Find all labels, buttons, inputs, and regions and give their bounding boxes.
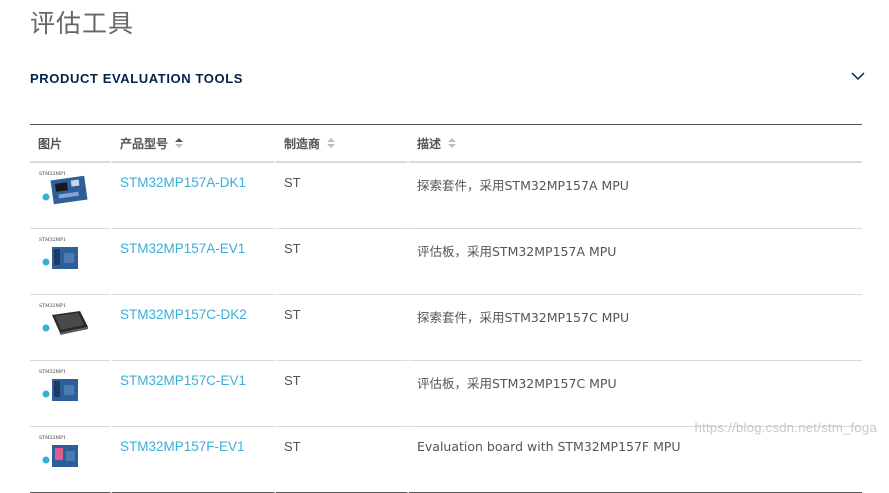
product-link[interactable]: STM32MP157C-DK2 xyxy=(120,307,247,322)
thumbnail-cell[interactable]: STM32MP1 xyxy=(30,295,112,361)
board-thumbnail[interactable]: STM32MP1 xyxy=(38,433,92,473)
sort-icon[interactable] xyxy=(448,137,457,149)
st-logo-icon xyxy=(42,258,50,266)
manufacturer-cell: ST xyxy=(276,427,409,493)
sort-icon[interactable] xyxy=(327,137,336,149)
product-link[interactable]: STM32MP157F-EV1 xyxy=(120,439,245,454)
manufacturer-cell: ST xyxy=(276,229,409,295)
thumbnail-cell[interactable]: STM32MP1 xyxy=(30,427,112,493)
part-number-cell: STM32MP157F-EV1 xyxy=(112,427,276,493)
description-cell: 评估板，采用STM32MP157A MPU xyxy=(409,229,862,295)
header-manufacturer[interactable]: 制造商 xyxy=(276,125,409,163)
thumbnail-cell[interactable]: STM32MP1 xyxy=(30,229,112,295)
watermark: https://blog.csdn.net/stm_foga xyxy=(694,420,877,435)
sort-icon[interactable] xyxy=(175,137,184,149)
part-number-cell: STM32MP157C-EV1 xyxy=(112,361,276,427)
product-link[interactable]: STM32MP157A-EV1 xyxy=(120,241,245,256)
thumb-label: STM32MP1 xyxy=(39,237,66,243)
page-title: 评估工具 xyxy=(30,9,135,38)
table-row: STM32MP1 STM32MP157A-EV1 ST 评估板，采用STM32M… xyxy=(30,229,862,295)
product-table: 图片 产品型号 制造商 描述 STM32MP1 STM32MP157A-DK1 … xyxy=(30,124,862,493)
header-image: 图片 xyxy=(30,125,112,163)
section-title: PRODUCT EVALUATION TOOLS xyxy=(30,71,244,86)
board-thumbnail[interactable]: STM32MP1 xyxy=(38,367,92,407)
st-logo-icon xyxy=(42,324,50,332)
thumb-label: STM32MP1 xyxy=(39,435,66,441)
board-thumbnail[interactable]: STM32MP1 xyxy=(38,169,92,209)
thumb-label: STM32MP1 xyxy=(39,369,66,375)
description-cell: 探索套件，采用STM32MP157C MPU xyxy=(409,295,862,361)
description-cell: Evaluation board with STM32MP157F MPU xyxy=(409,427,862,493)
manufacturer-cell: ST xyxy=(276,361,409,427)
section-header[interactable]: PRODUCT EVALUATION TOOLS xyxy=(30,68,866,90)
table-row: STM32MP1 STM32MP157A-DK1 ST 探索套件，采用STM32… xyxy=(30,163,862,229)
thumbnail-cell[interactable]: STM32MP1 xyxy=(30,361,112,427)
table-row: STM32MP1 STM32MP157F-EV1 ST Evaluation b… xyxy=(30,427,862,493)
thumb-label: STM32MP1 xyxy=(39,171,66,177)
st-logo-icon xyxy=(42,193,50,201)
table-row: STM32MP1 STM32MP157C-DK2 ST 探索套件，采用STM32… xyxy=(30,295,862,361)
st-logo-icon xyxy=(42,456,50,464)
board-thumbnail[interactable]: STM32MP1 xyxy=(38,235,92,275)
header-description[interactable]: 描述 xyxy=(409,125,862,163)
description-cell: 评估板，采用STM32MP157C MPU xyxy=(409,361,862,427)
table-row: STM32MP1 STM32MP157C-EV1 ST 评估板，采用STM32M… xyxy=(30,361,862,427)
manufacturer-cell: ST xyxy=(276,163,409,229)
product-link[interactable]: STM32MP157A-DK1 xyxy=(120,175,246,190)
description-cell: 探索套件，采用STM32MP157A MPU xyxy=(409,163,862,229)
product-link[interactable]: STM32MP157C-EV1 xyxy=(120,373,246,388)
manufacturer-cell: ST xyxy=(276,295,409,361)
st-logo-icon xyxy=(42,390,50,398)
part-number-cell: STM32MP157A-EV1 xyxy=(112,229,276,295)
part-number-cell: STM32MP157A-DK1 xyxy=(112,163,276,229)
part-number-cell: STM32MP157C-DK2 xyxy=(112,295,276,361)
chevron-down-icon[interactable] xyxy=(850,68,866,84)
thumbnail-cell[interactable]: STM32MP1 xyxy=(30,163,112,229)
board-thumbnail[interactable]: STM32MP1 xyxy=(38,301,92,341)
header-part-number[interactable]: 产品型号 xyxy=(112,125,276,163)
thumb-label: STM32MP1 xyxy=(39,303,66,309)
table-header-row: 图片 产品型号 制造商 描述 xyxy=(30,125,862,163)
